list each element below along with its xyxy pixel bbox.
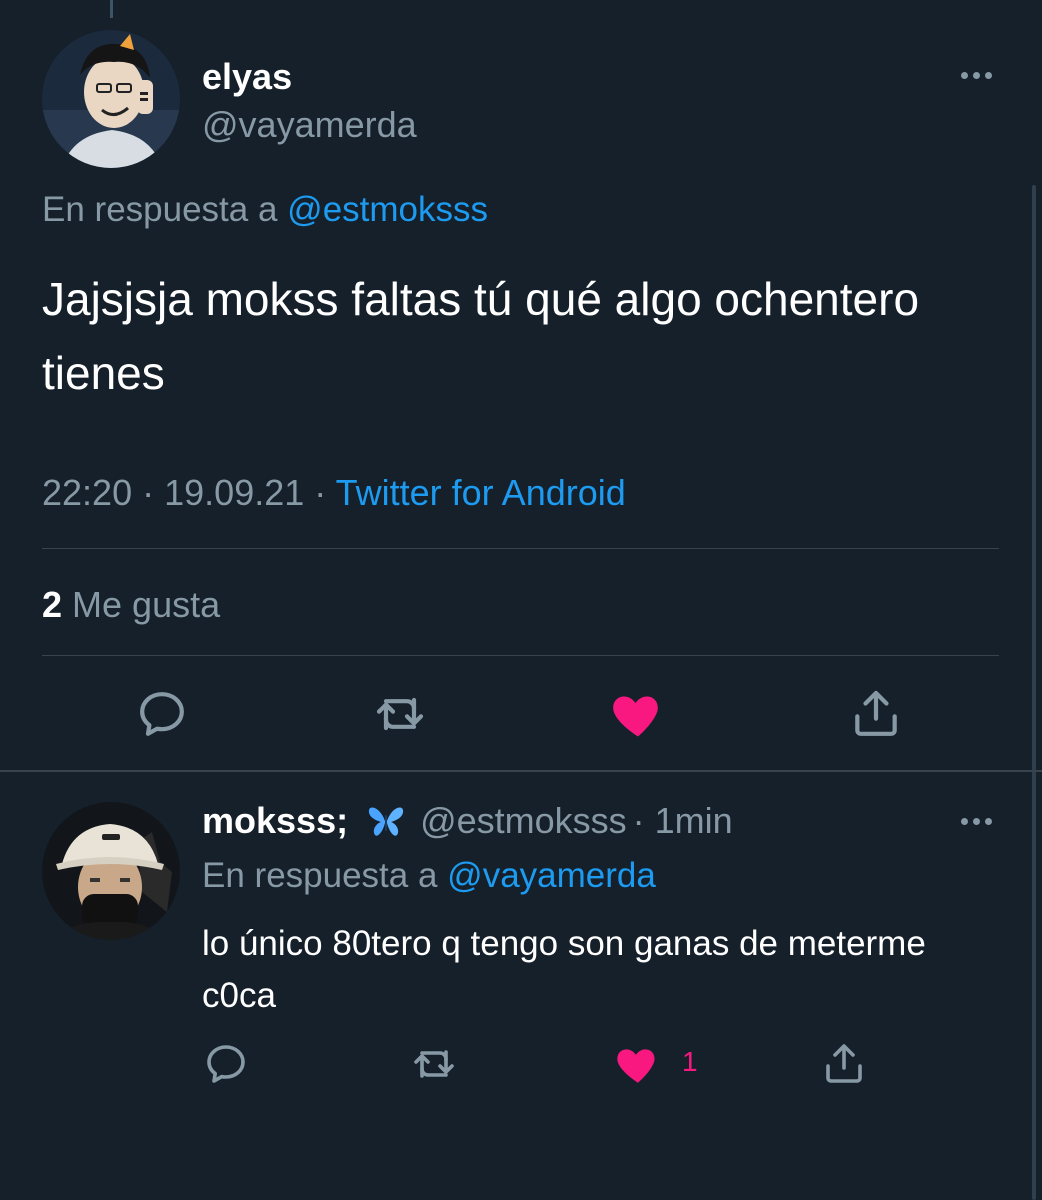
- more-icon: [956, 60, 996, 90]
- likes-label: Me gusta: [72, 584, 221, 625]
- divider: [42, 548, 999, 549]
- author-display-name[interactable]: elyas: [202, 56, 292, 98]
- tweet-date: 19.09.21: [164, 472, 305, 513]
- avatar[interactable]: [42, 30, 180, 168]
- reply-icon: [140, 692, 184, 736]
- like-icon: [613, 696, 658, 737]
- avatar-image: [42, 802, 180, 940]
- share-icon: [826, 1044, 862, 1083]
- retweet-icon: [414, 1050, 454, 1078]
- avatar-image: [42, 30, 180, 168]
- section-divider: [0, 770, 1042, 772]
- reply-context: En respuesta a @vayamerda: [202, 856, 656, 896]
- more-options-button[interactable]: [956, 806, 996, 836]
- reply-header: moksss; @estmoksss · 1min: [202, 800, 733, 842]
- like-button[interactable]: [608, 1034, 668, 1094]
- reply-author-display-name[interactable]: moksss;: [202, 800, 348, 842]
- meta-separator: ·: [142, 472, 155, 513]
- reply-text: lo único 80tero q tengo son ganas de met…: [202, 924, 926, 1015]
- retweet-button[interactable]: [404, 1034, 464, 1094]
- divider: [42, 655, 999, 656]
- retweet-icon: [376, 697, 424, 731]
- retweet-button[interactable]: [370, 684, 430, 744]
- meta-separator: ·: [314, 472, 327, 513]
- more-options-button[interactable]: [956, 60, 996, 90]
- reply-to-mention[interactable]: @estmoksss: [287, 190, 488, 229]
- reply-button[interactable]: [196, 1034, 256, 1094]
- tweet-metadata: 22:20 · 19.09.21 · Twitter for Android: [42, 472, 626, 514]
- reply-icon: [207, 1045, 245, 1083]
- avatar[interactable]: [42, 802, 180, 940]
- tweet-source-link[interactable]: Twitter for Android: [336, 472, 626, 513]
- share-icon: [855, 690, 897, 736]
- reply-prefix: En respuesta a: [42, 190, 278, 229]
- tweet-time: 22:20: [42, 472, 133, 513]
- like-button[interactable]: [608, 684, 668, 744]
- like-count: 1: [682, 1046, 698, 1077]
- reply-age: · 1min: [632, 800, 733, 841]
- reply-author-handle[interactable]: @estmoksss: [420, 800, 627, 842]
- likes-summary[interactable]: 2 Me gusta: [42, 584, 220, 626]
- share-button[interactable]: [814, 1034, 874, 1094]
- share-button[interactable]: [846, 684, 906, 744]
- reply-prefix: En respuesta a: [202, 856, 438, 895]
- butterfly-icon: [368, 807, 404, 836]
- author-handle[interactable]: @vayamerda: [202, 104, 417, 146]
- thread-connector-line: [110, 0, 113, 18]
- tweet-text: Jajsjsja mokss faltas tú qué algo ochent…: [42, 273, 920, 399]
- reply-context: En respuesta a @estmoksss: [42, 190, 488, 230]
- more-icon: [956, 806, 996, 836]
- reply-button[interactable]: [132, 684, 192, 744]
- like-icon: [617, 1049, 655, 1083]
- scrollbar[interactable]: [1032, 185, 1036, 1200]
- likes-count: 2: [42, 584, 63, 625]
- reply-to-mention[interactable]: @vayamerda: [447, 856, 656, 895]
